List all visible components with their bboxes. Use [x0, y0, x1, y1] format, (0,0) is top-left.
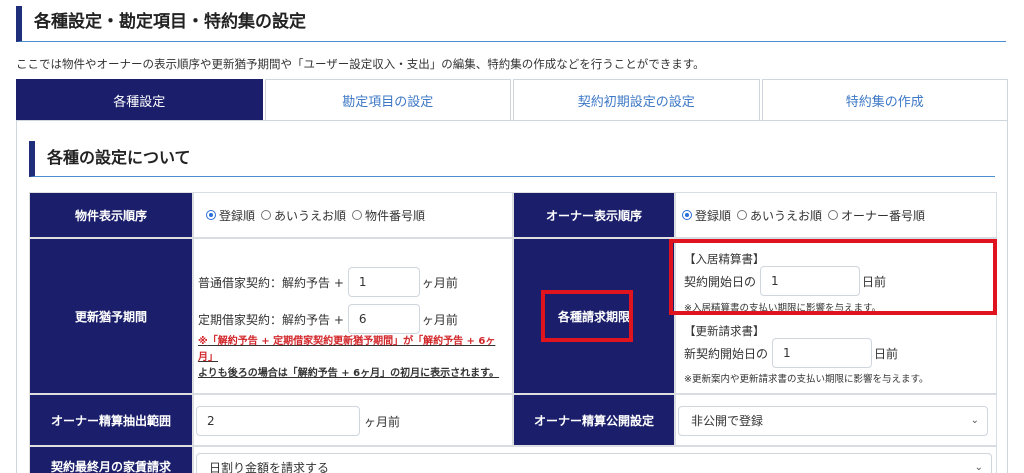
- owner-extract-input[interactable]: 2: [196, 406, 360, 436]
- owner-order-cell: 登録順 あいうえお順 オーナー番号順: [675, 192, 997, 238]
- note-rest-text: よりも後ろの場合は「解約予告 + 6ヶ月」の初月に表示されます。: [198, 368, 500, 379]
- last-month-label: 契約最終月の家賃請求: [50, 459, 171, 473]
- page-title: 各種設定・勘定項目・特約集の設定: [16, 6, 1006, 42]
- radio-owner-order-registered[interactable]: [682, 210, 692, 220]
- owner-publish-header: オーナー精算公開設定: [513, 394, 675, 446]
- radio-property-order-aiueo[interactable]: [261, 210, 272, 220]
- billing-header-highlight: [541, 290, 633, 342]
- radio-label: 登録順: [219, 208, 256, 223]
- days-unit: 日前: [874, 346, 899, 361]
- owner-publish-value: 非公開で登録: [691, 414, 764, 428]
- renewal-bill-prefix: 新契約開始日の: [684, 346, 769, 361]
- unit-label: ヶ月前: [421, 275, 458, 290]
- radio-label: あいうえお順: [274, 208, 347, 223]
- owner-order-header: オーナー表示順序: [513, 192, 675, 238]
- tab-account-items[interactable]: 勘定項目の設定: [264, 79, 511, 120]
- radio-label: 物件番号順: [365, 208, 426, 223]
- last-month-header: 契約最終月の家賃請求: [29, 446, 193, 473]
- fixed-lease-input[interactable]: 6: [347, 304, 420, 334]
- owner-extract-label: オーナー精算抽出範囲: [50, 413, 171, 428]
- owner-publish-label: オーナー精算公開設定: [533, 413, 654, 428]
- renewal-header: 更新猶予期間: [29, 238, 193, 394]
- renewal-cell: 普通借家契約：解約予告 + 1 ヶ月前 定期借家契約：解約予告 + 6 ヶ月前 …: [193, 238, 513, 394]
- last-month-cell: 日割り金額を請求する ⌄: [193, 446, 997, 473]
- renewal-bill-days-input[interactable]: 1: [772, 338, 873, 368]
- tab-special-clauses[interactable]: 特約集の作成: [761, 79, 1008, 120]
- radio-label: あいうえお順: [750, 208, 823, 223]
- note-red-text: 「解約予告 + 定期借家契約更新猶予期間」が「解約予告 + 6ヶ月」: [198, 336, 496, 363]
- radio-label: 登録順: [695, 208, 732, 223]
- property-order-cell: 登録順 あいうえお順 物件番号順: [193, 192, 513, 238]
- renewal-bill-heading: 【更新請求書】: [684, 324, 765, 338]
- tab-general-settings[interactable]: 各種設定: [16, 79, 263, 120]
- unit-label: ヶ月前: [364, 414, 401, 429]
- owner-order-label: オーナー表示順序: [545, 208, 642, 223]
- radio-label: オーナー番号順: [841, 208, 926, 223]
- last-month-value: 日割り金額を請求する: [209, 461, 330, 473]
- page-description: ここでは物件やオーナーの表示順序や更新猶予期間や「ユーザー設定収入・支出」の編集…: [16, 57, 705, 71]
- renewal-note: ※「解約予告 + 定期借家契約更新猶予期間」が「解約予告 + 6ヶ月」 よりも後…: [198, 334, 508, 382]
- radio-property-order-number[interactable]: [352, 210, 363, 220]
- owner-extract-cell: 2 ヶ月前: [193, 394, 513, 446]
- section-title: 各種の設定について: [29, 141, 995, 177]
- property-order-label: 物件表示順序: [74, 208, 147, 223]
- radio-owner-order-aiueo[interactable]: [737, 210, 748, 220]
- move-in-highlight: [669, 239, 997, 315]
- property-order-header: 物件表示順序: [29, 192, 193, 238]
- owner-publish-cell: 非公開で登録 ⌄: [675, 394, 997, 446]
- chevron-down-icon: ⌄: [974, 462, 983, 473]
- normal-lease-input[interactable]: 1: [347, 267, 420, 297]
- renewal-bill-note: ※更新案内や更新請求書の支払い期限に影響を与えます。: [684, 374, 929, 385]
- owner-publish-select[interactable]: 非公開で登録 ⌄: [678, 406, 988, 436]
- renewal-label: 更新猶予期間: [74, 309, 147, 324]
- tab-bar: 各種設定 勘定項目の設定 契約初期設定の設定 特約集の作成: [16, 79, 1008, 120]
- fixed-lease-label: 定期借家契約：解約予告 +: [198, 312, 344, 327]
- tab-contract-initial-settings[interactable]: 契約初期設定の設定: [513, 79, 760, 120]
- radio-owner-order-number[interactable]: [828, 210, 839, 220]
- chevron-down-icon: ⌄: [970, 415, 979, 426]
- unit-label: ヶ月前: [421, 312, 458, 327]
- owner-extract-header: オーナー精算抽出範囲: [29, 394, 193, 446]
- last-month-select[interactable]: 日割り金額を請求する ⌄: [196, 453, 992, 473]
- settings-panel: 各種の設定について 物件表示順序 登録順 あいうえお順 物件番号順 オーナー表示…: [16, 120, 1008, 473]
- note-mark: ※: [198, 336, 208, 347]
- normal-lease-label: 普通借家契約：解約予告 +: [198, 275, 344, 290]
- radio-property-order-registered[interactable]: [206, 210, 216, 220]
